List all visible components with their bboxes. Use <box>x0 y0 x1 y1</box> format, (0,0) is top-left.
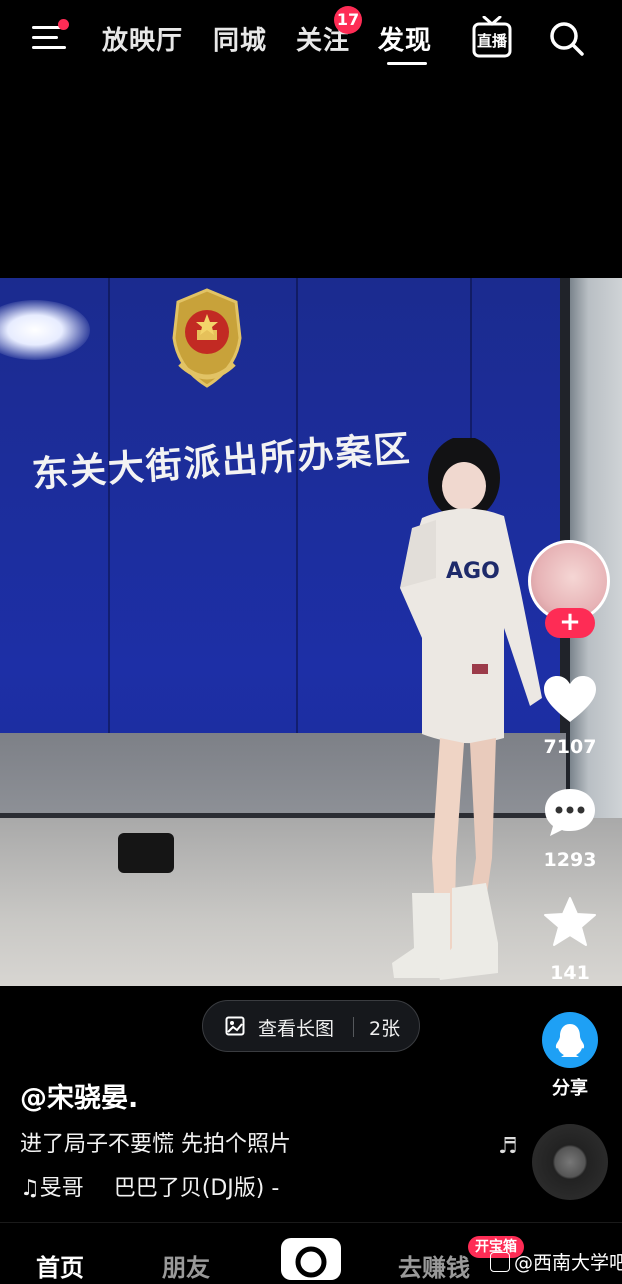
view-long-image-button[interactable]: 查看长图 2张 <box>202 1000 420 1052</box>
share-button[interactable] <box>542 1012 598 1068</box>
live-button[interactable]: 直播 <box>472 15 512 58</box>
following-count-badge: 17 <box>334 6 362 34</box>
live-label: 直播 <box>476 32 507 50</box>
top-nav: 放映厅 同城 关注 17 发现 直播 <box>0 0 622 80</box>
music-info[interactable]: ♫旻哥 巴巴了贝(DJ版) - <box>20 1170 279 1202</box>
heart-icon[interactable] <box>542 674 598 726</box>
music-note-icon: ♫ <box>20 1176 40 1201</box>
tab-discover[interactable]: 发现 <box>378 20 432 57</box>
post-caption: 进了局子不要慌 先拍个照片 <box>20 1132 291 1157</box>
music-title: 巴巴了贝(DJ版) - <box>113 1176 280 1201</box>
tab-local[interactable]: 同城 <box>213 20 267 57</box>
follow-button[interactable]: + <box>545 608 595 638</box>
nav-home[interactable]: 首页 <box>36 1248 84 1283</box>
svg-text:AGO: AGO <box>446 559 500 584</box>
sign-text: 东关大街派出所办案区 <box>30 428 413 496</box>
author-name[interactable]: @宋骁晏. <box>20 1076 138 1115</box>
floating-note-icon: ♬ <box>498 1134 518 1159</box>
music-artist: 旻哥 <box>39 1176 84 1201</box>
tab-cinema[interactable]: 放映厅 <box>102 20 183 57</box>
post-photo[interactable]: 东关大街派出所办案区 AGO <box>0 278 622 986</box>
record-icon <box>295 1246 327 1278</box>
like-count: 7107 <box>543 736 597 758</box>
nav-earn[interactable]: 去赚钱 <box>398 1248 470 1283</box>
music-disc[interactable] <box>532 1124 608 1200</box>
qq-penguin-icon <box>555 1024 585 1057</box>
tieba-logo-icon <box>490 1252 510 1272</box>
watermark: @西南大学吧 <box>490 1248 622 1275</box>
police-emblem-icon <box>172 288 242 388</box>
star-icon[interactable] <box>542 896 598 948</box>
image-icon <box>225 1016 245 1036</box>
active-tab-indicator <box>387 62 427 65</box>
nav-friends[interactable]: 朋友 <box>162 1248 210 1283</box>
comment-count: 1293 <box>543 849 597 871</box>
share-label: 分享 <box>552 1078 588 1099</box>
handbag <box>118 833 174 873</box>
search-icon[interactable] <box>548 20 586 58</box>
image-count: 2张 <box>369 1018 401 1040</box>
notification-dot <box>58 19 69 30</box>
create-button[interactable] <box>281 1238 341 1280</box>
comment-icon[interactable] <box>542 786 598 838</box>
view-long-image-label: 查看长图 <box>258 1018 335 1040</box>
ceiling-light <box>0 300 90 360</box>
favorite-count: 141 <box>550 962 590 984</box>
person-figure: AGO <box>392 438 542 980</box>
